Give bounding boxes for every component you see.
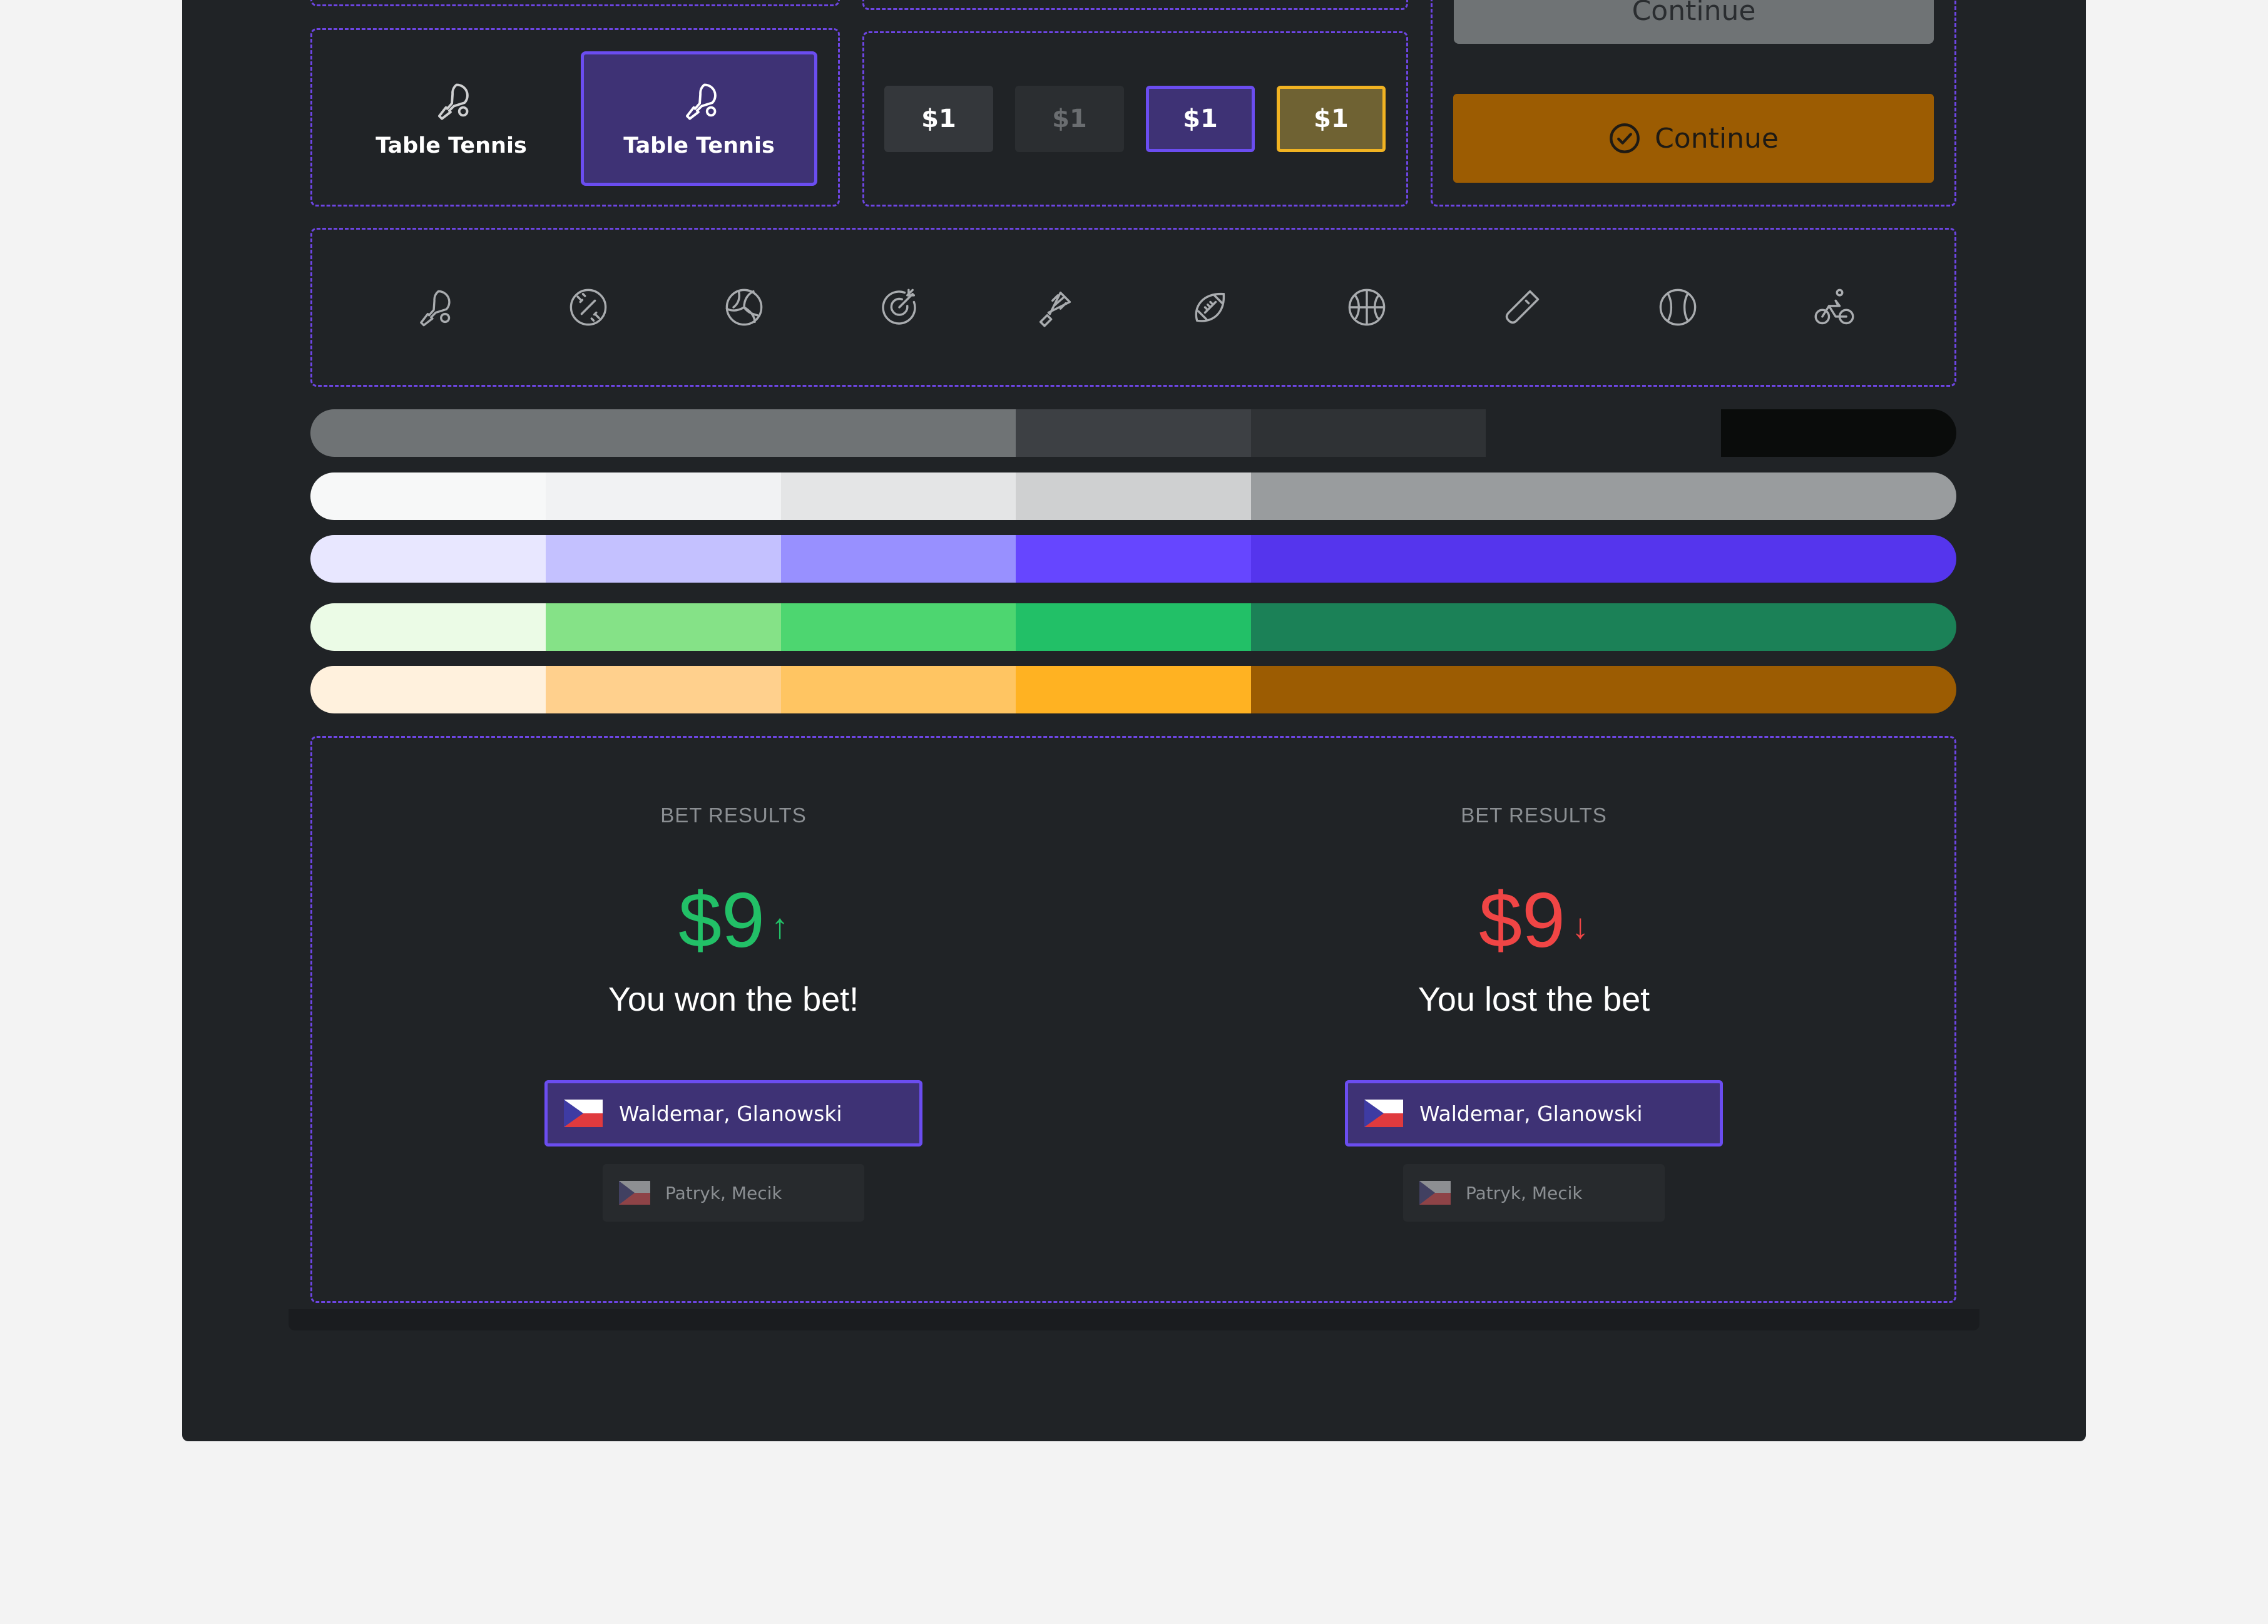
palette-swatch	[1721, 535, 1956, 583]
palette-swatch	[310, 472, 546, 520]
palette-warning-orange	[310, 666, 1956, 713]
palette-swatch	[310, 603, 546, 651]
tennis-ball-icon	[1659, 289, 1697, 326]
palette-swatch	[781, 409, 1016, 457]
price-chip-default[interactable]: $1	[884, 86, 993, 152]
bet-amount: $9 ↓	[1158, 876, 1909, 965]
palette-swatch	[1486, 535, 1721, 583]
basketball-icon	[1348, 289, 1386, 326]
palette-swatch	[1251, 409, 1486, 457]
price-chip-selected[interactable]: $1	[1146, 86, 1255, 152]
sport-option-label: Table Tennis	[623, 133, 775, 158]
continue-button-label: Continue	[1655, 122, 1779, 155]
price-chip-highlighted[interactable]: $1	[1277, 86, 1386, 152]
card-shadow	[289, 1309, 1979, 1330]
bet-amount-value: $9	[678, 877, 765, 964]
bet-result-message: You won the bet!	[608, 981, 859, 1018]
continue-button-partial-label: Continue	[1632, 0, 1756, 27]
sport-option-table-tennis-selected[interactable]: Table Tennis	[581, 51, 817, 186]
player-name: Waldemar, Glanowski	[619, 1101, 842, 1126]
check-circle-icon	[1610, 123, 1640, 153]
table-tennis-icon	[685, 83, 717, 120]
czech-flag-icon	[1364, 1100, 1403, 1127]
arrow-down-icon: ↓	[1571, 906, 1589, 946]
palette-swatch	[1486, 666, 1721, 713]
palette-swatch	[310, 666, 546, 713]
palette-swatch	[546, 472, 781, 520]
volleyball-icon	[725, 289, 763, 326]
palette-swatch	[781, 535, 1016, 583]
bet-result-message: You lost the bet	[1418, 981, 1650, 1018]
bet-amount: $9 ↑	[358, 876, 1109, 965]
czech-flag-icon	[564, 1100, 603, 1127]
baseball-icon	[570, 289, 607, 326]
player-name: Patryk, Mecik	[665, 1182, 782, 1203]
palette-swatch	[546, 409, 781, 457]
sport-option-table-tennis[interactable]: Table Tennis	[346, 51, 556, 186]
palette-swatch	[1486, 409, 1721, 457]
palette-accent-purple	[310, 535, 1956, 583]
palette-swatch	[1721, 603, 1956, 651]
bet-results-label: BET RESULTS	[660, 804, 807, 827]
badminton-icon	[1039, 291, 1071, 327]
player-name: Patryk, Mecik	[1466, 1182, 1583, 1203]
palette-neutral-dark	[310, 409, 1956, 457]
palette-swatch	[1016, 535, 1251, 583]
player-chip[interactable]: Patryk, Mecik	[1403, 1164, 1665, 1222]
palette-swatch	[1016, 409, 1251, 457]
palette-swatch	[1721, 472, 1956, 520]
palette-swatch	[1016, 472, 1251, 520]
palette-swatch	[546, 666, 781, 713]
palette-swatch	[1016, 666, 1251, 713]
palette-swatch	[546, 535, 781, 583]
palette-swatch	[1721, 666, 1956, 713]
table-tennis-icon	[437, 83, 469, 120]
continue-button[interactable]: Continue	[1453, 94, 1934, 183]
palette-swatch	[1251, 472, 1486, 520]
palette-swatch	[1486, 472, 1721, 520]
bet-results-label: BET RESULTS	[1461, 804, 1607, 827]
palette-swatch	[1016, 603, 1251, 651]
palette-swatch	[1251, 535, 1486, 583]
price-chip-disabled: $1	[1015, 86, 1124, 152]
arrow-up-icon: ↑	[770, 906, 789, 946]
palette-swatch	[781, 666, 1016, 713]
cricket-icon	[1505, 290, 1540, 324]
container-partial-left	[310, 0, 840, 6]
palette-swatch	[781, 472, 1016, 520]
palette-swatch	[781, 603, 1016, 651]
cycling-icon	[1814, 289, 1854, 325]
table-tennis-icon	[420, 290, 451, 327]
palette-swatch	[1251, 666, 1486, 713]
czech-flag-icon	[1419, 1181, 1451, 1205]
player-chip-selected[interactable]: Waldemar, Glanowski	[544, 1080, 922, 1147]
palette-swatch	[1486, 603, 1721, 651]
player-chip-selected[interactable]: Waldemar, Glanowski	[1345, 1080, 1723, 1147]
palette-swatch	[310, 409, 546, 457]
container-sport-icons	[310, 228, 1956, 387]
palette-swatch	[1251, 603, 1486, 651]
palette-neutral-light	[310, 472, 1956, 520]
american-football-icon	[1195, 293, 1225, 322]
palette-swatch	[1721, 409, 1956, 457]
czech-flag-icon	[619, 1181, 650, 1205]
palette-success-green	[310, 603, 1956, 651]
palette-swatch	[310, 535, 546, 583]
sport-option-label: Table Tennis	[375, 133, 527, 158]
bet-amount-value: $9	[1479, 877, 1565, 964]
continue-button-partial[interactable]: Continue	[1454, 0, 1934, 44]
player-chip[interactable]: Patryk, Mecik	[603, 1164, 864, 1222]
palette-swatch	[546, 603, 781, 651]
container-partial-mid	[862, 0, 1408, 10]
player-name: Waldemar, Glanowski	[1419, 1101, 1643, 1126]
darts-icon	[882, 289, 916, 325]
